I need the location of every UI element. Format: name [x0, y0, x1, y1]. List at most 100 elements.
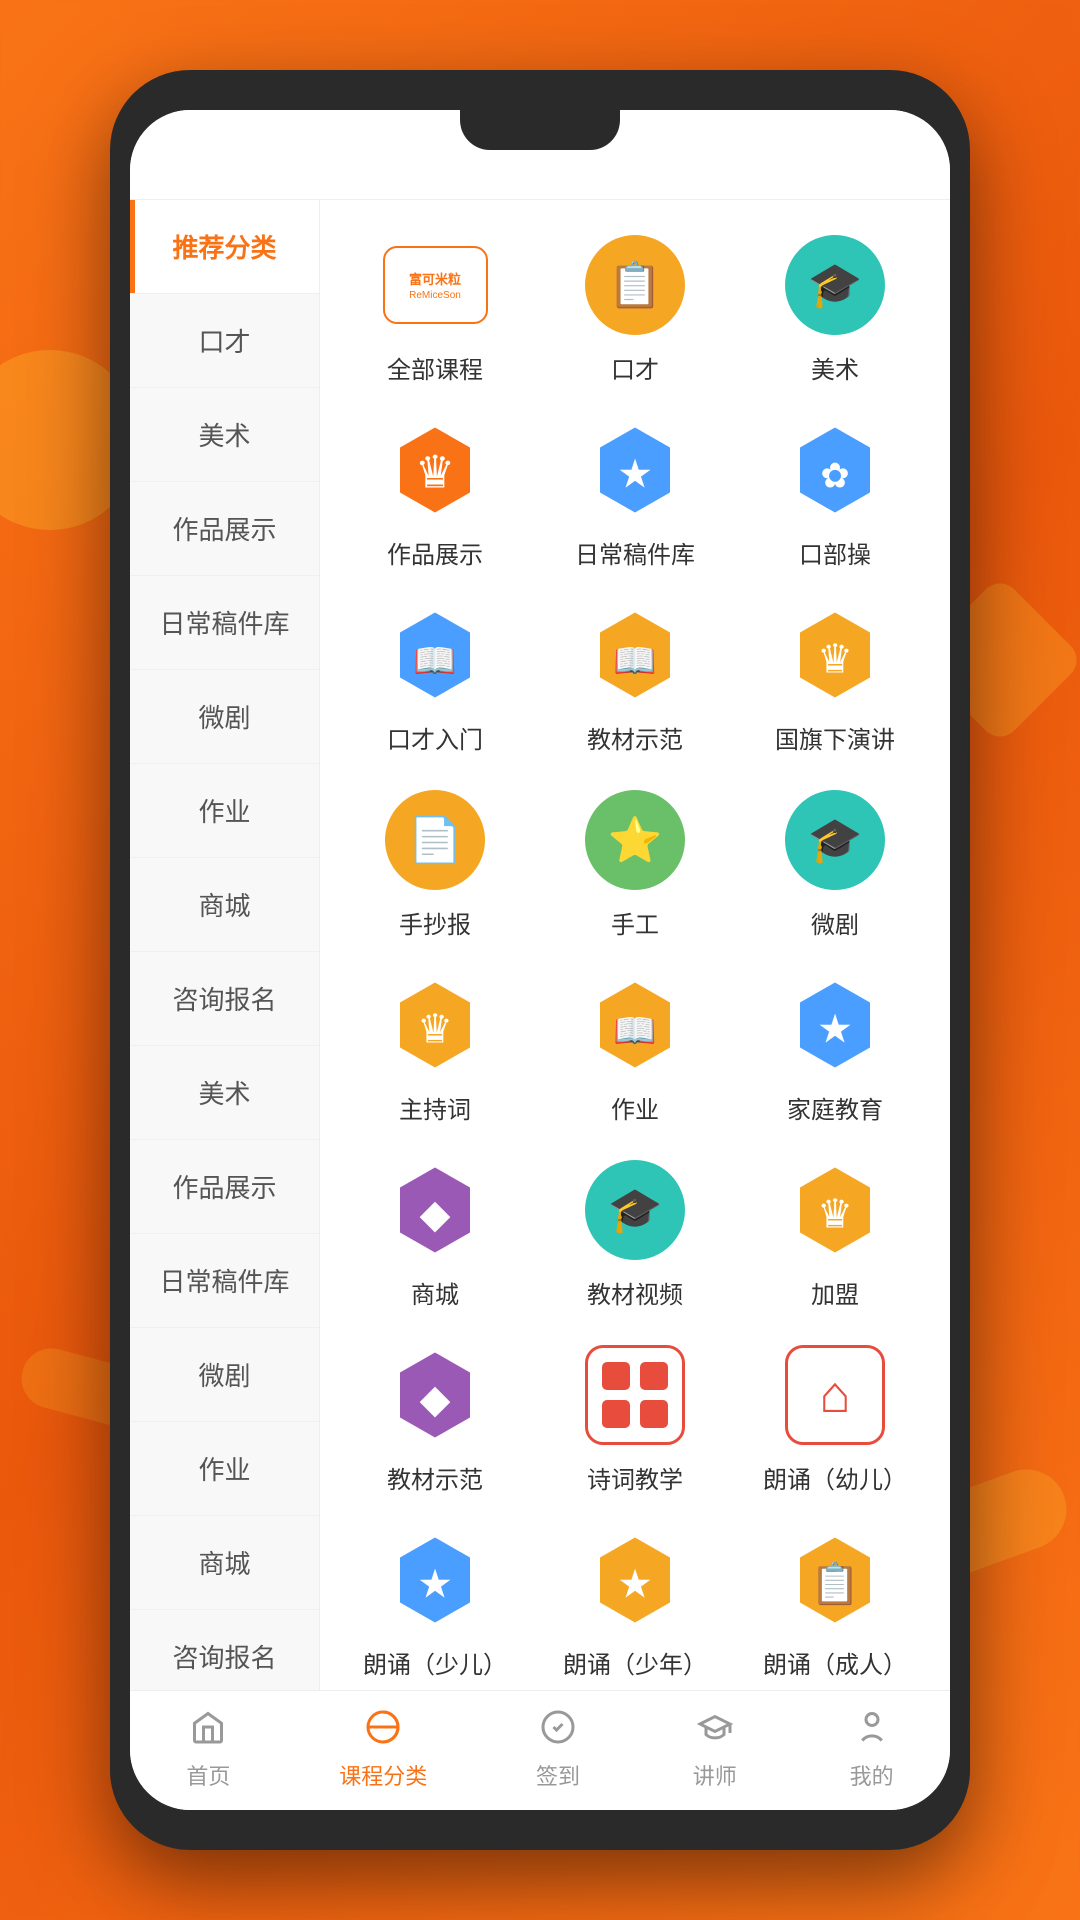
sidebar-item-daily2[interactable]: 日常稿件库	[130, 1234, 319, 1328]
icon-craft: ⭐	[580, 785, 690, 895]
icon-recite-teen: ★	[580, 1525, 690, 1635]
sidebar-item-shop[interactable]: 商城	[130, 858, 319, 952]
nav-label-home: 首页	[186, 1759, 230, 1791]
sidebar-item-drama[interactable]: 微剧	[130, 670, 319, 764]
grid-item-label-recite-child: 朗诵（少儿）	[363, 1645, 507, 1680]
nav-label-checkin: 签到	[536, 1759, 580, 1791]
nav-label-courses: 课程分类	[339, 1759, 427, 1791]
grid-item-craft[interactable]: ⭐ 手工	[540, 785, 730, 940]
grid-item-label-shop: 商城	[411, 1275, 459, 1310]
sidebar-item-consult2[interactable]: 咨询报名	[130, 1610, 319, 1690]
sidebar-item-drama2[interactable]: 微剧	[130, 1328, 319, 1422]
grid-item-homework[interactable]: 📖作业	[540, 970, 730, 1125]
grid-item-shop[interactable]: ◆ 商城	[340, 1155, 530, 1310]
grid-item-label-art: 美术	[811, 350, 859, 385]
icon-textbook-demo: 📖	[580, 600, 690, 710]
grid-item-label-daily: 日常稿件库	[575, 535, 695, 570]
nav-icon-courses	[357, 1701, 409, 1753]
sidebar-item-consult[interactable]: 咨询报名	[130, 952, 319, 1046]
grid-item-all-courses[interactable]: 富可米粒 ReMiceSon 全部课程	[340, 230, 530, 385]
sidebar-item-recommended[interactable]: 推荐分类	[130, 200, 319, 294]
icon-recite-child: ★	[380, 1525, 490, 1635]
sidebar-item-daily[interactable]: 日常稿件库	[130, 576, 319, 670]
svg-text:★: ★	[617, 1563, 653, 1607]
nav-icon-checkin	[532, 1701, 584, 1753]
svg-text:◆: ◆	[420, 1193, 451, 1237]
grid-item-host[interactable]: ♛主持词	[340, 970, 530, 1125]
svg-text:📋: 📋	[810, 1561, 860, 1607]
nav-item-home[interactable]: 首页	[182, 1701, 234, 1791]
icon-join: ♛	[780, 1155, 890, 1265]
grid-item-recite-baby[interactable]: ⌂ 朗诵（幼儿）	[740, 1340, 930, 1495]
nav-label-teacher: 讲师	[693, 1759, 737, 1791]
grid-item-flag[interactable]: ♛国旗下演讲	[740, 600, 930, 755]
grid-item-speech[interactable]: 📋 口才	[540, 230, 730, 385]
grid-item-daily[interactable]: ★ 日常稿件库	[540, 415, 730, 570]
icon-speech-entry: 📖	[380, 600, 490, 710]
grid-item-handcopy[interactable]: 📄手抄报	[340, 785, 530, 940]
grid-item-textbook-demo2[interactable]: ◆ 教材示范	[340, 1340, 530, 1495]
nav-item-courses[interactable]: 课程分类	[339, 1701, 427, 1791]
svg-text:★: ★	[417, 1563, 453, 1607]
grid-item-recite-adult[interactable]: 📋朗诵（成人）	[740, 1525, 930, 1680]
grid-item-label-join: 加盟	[811, 1275, 859, 1310]
grid-item-label-textbook-demo: 教材示范	[587, 720, 683, 755]
grid-item-label-poetry: 诗词教学	[587, 1460, 683, 1495]
svg-text:♛: ♛	[417, 1008, 453, 1052]
icon-textbook-demo2: ◆	[380, 1340, 490, 1450]
grid-item-label-recite-teen: 朗诵（少年）	[563, 1645, 707, 1680]
sidebar-item-works[interactable]: 作品展示	[130, 482, 319, 576]
sidebar-item-homework[interactable]: 作业	[130, 764, 319, 858]
grid-item-textbook-demo[interactable]: 📖 教材示范	[540, 600, 730, 755]
sidebar-item-works2[interactable]: 作品展示	[130, 1140, 319, 1234]
sidebar: 推荐分类口才美术作品展示日常稿件库微剧作业商城咨询报名美术作品展示日常稿件库微剧…	[130, 200, 320, 1690]
icon-shop: ◆	[380, 1155, 490, 1265]
icon-all-courses: 富可米粒 ReMiceSon	[380, 230, 490, 340]
nav-item-teacher[interactable]: 讲师	[689, 1701, 741, 1791]
grid-item-label-mouth: 口部操	[799, 535, 871, 570]
grid-item-poetry[interactable]: 诗词教学	[540, 1340, 730, 1495]
svg-text:✿: ✿	[820, 457, 849, 496]
grid-item-textbook-video[interactable]: 🎓 教材视频	[540, 1155, 730, 1310]
grid-item-label-mini-drama: 微剧	[811, 905, 859, 940]
grid-item-mouth[interactable]: ✿ 口部操	[740, 415, 930, 570]
grid-item-label-textbook-video: 教材视频	[587, 1275, 683, 1310]
sidebar-item-homework2[interactable]: 作业	[130, 1422, 319, 1516]
nav-item-checkin[interactable]: 签到	[532, 1701, 584, 1791]
grid-item-label-recite-baby: 朗诵（幼儿）	[763, 1460, 907, 1495]
nav-item-mine[interactable]: 我的	[846, 1701, 898, 1791]
svg-text:📖: 📖	[613, 1012, 657, 1051]
grid-item-works[interactable]: ♛作品展示	[340, 415, 530, 570]
grid-item-recite-child[interactable]: ★ 朗诵（少儿）	[340, 1525, 530, 1680]
grid-item-label-flag: 国旗下演讲	[775, 720, 895, 755]
grid-item-recite-teen[interactable]: ★ 朗诵（少年）	[540, 1525, 730, 1680]
category-grid: 富可米粒 ReMiceSon 全部课程📋口才🎓美术♛作品展示★日常稿件库✿口部操…	[340, 230, 930, 1680]
icon-host: ♛	[380, 970, 490, 1080]
grid-item-label-speech-entry: 口才入门	[387, 720, 483, 755]
sidebar-item-art[interactable]: 美术	[130, 388, 319, 482]
sidebar-item-shop2[interactable]: 商城	[130, 1516, 319, 1610]
grid-item-join[interactable]: ♛ 加盟	[740, 1155, 930, 1310]
grid-item-label-speech: 口才	[611, 350, 659, 385]
grid-item-speech-entry[interactable]: 📖 口才入门	[340, 600, 530, 755]
icon-recite-adult: 📋	[780, 1525, 890, 1635]
grid-item-label-handcopy: 手抄报	[399, 905, 471, 940]
bottom-nav: 首页 课程分类 签到 讲师 我的	[130, 1690, 950, 1810]
grid-item-label-textbook-demo2: 教材示范	[387, 1460, 483, 1495]
icon-family-edu: ★	[780, 970, 890, 1080]
icon-textbook-video: 🎓	[580, 1155, 690, 1265]
svg-text:📖: 📖	[413, 642, 457, 681]
grid-item-mini-drama[interactable]: 🎓微剧	[740, 785, 930, 940]
svg-text:📖: 📖	[613, 642, 657, 681]
grid-item-label-craft: 手工	[611, 905, 659, 940]
svg-text:★: ★	[617, 453, 653, 497]
sidebar-item-speech[interactable]: 口才	[130, 294, 319, 388]
grid-item-label-family-edu: 家庭教育	[787, 1090, 883, 1125]
notch	[460, 110, 620, 150]
icon-speech: 📋	[580, 230, 690, 340]
grid-item-family-edu[interactable]: ★ 家庭教育	[740, 970, 930, 1125]
sidebar-item-art2[interactable]: 美术	[130, 1046, 319, 1140]
phone-screen: 推荐分类口才美术作品展示日常稿件库微剧作业商城咨询报名美术作品展示日常稿件库微剧…	[130, 110, 950, 1810]
grid-item-art[interactable]: 🎓美术	[740, 230, 930, 385]
nav-icon-teacher	[689, 1701, 741, 1753]
